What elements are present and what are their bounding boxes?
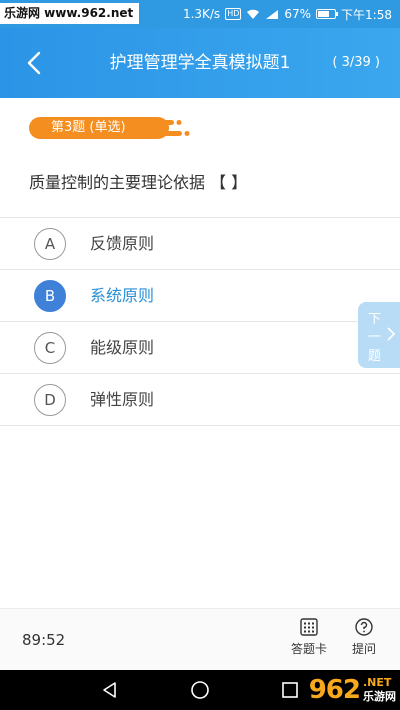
ask-label: 提问 [351, 642, 376, 656]
option-text: 弹性原则 [90, 390, 155, 409]
site-watermark-label: 乐游网 www.962.net [0, 3, 140, 24]
answer-card-label: 答题卡 [290, 642, 327, 656]
battery-icon [316, 9, 339, 19]
answer-card-icon [300, 618, 318, 636]
signal-icon [266, 9, 279, 19]
option-letter: D [34, 384, 66, 416]
system-nav-bar: 962 .NET 乐游网 [0, 670, 400, 710]
wifi-icon [247, 9, 260, 19]
question-type-badge: 第3题 (单选) [29, 117, 169, 139]
battery-percent: 67% [284, 7, 312, 21]
nav-home-icon[interactable] [190, 680, 210, 700]
question-text: 质量控制的主要理论依据 【 】 [29, 173, 248, 192]
answer-card-button[interactable]: 答题卡 [286, 617, 332, 657]
watermark-cn: 乐游网 [363, 690, 396, 703]
nav-back-icon[interactable] [100, 680, 120, 700]
next-label-1: 下 [368, 312, 382, 327]
hd-icon: HD [225, 8, 242, 20]
ask-question-button[interactable]: 提问 [346, 617, 382, 657]
next-question-button[interactable]: 下 一 题 [358, 302, 400, 368]
option-letter: B [34, 280, 66, 312]
watermark-net: .NET [363, 676, 392, 689]
option-letter: C [34, 332, 66, 364]
option-text: 能级原则 [90, 338, 155, 357]
option-text: 反馈原则 [90, 234, 155, 253]
decoration-dots-icon [160, 120, 190, 136]
bottom-toolbar: 89:52 答题卡 提问 [0, 608, 400, 670]
option-c[interactable]: C 能级原则 [0, 322, 400, 374]
options-list: A 反馈原则 B 系统原则 C 能级原则 D 弹性原则 [0, 217, 400, 426]
next-label-2: 一 [368, 330, 382, 345]
watermark-number: 962 [308, 675, 361, 705]
watermark-text: .NET 乐游网 [363, 676, 396, 704]
option-d[interactable]: D 弹性原则 [0, 374, 400, 426]
question-mark-icon [355, 618, 373, 636]
status-bar: 乐游网 www.962.net 1.3K/s HD 67% 下午1:58 [0, 0, 400, 28]
nav-recents-icon[interactable] [280, 680, 300, 700]
app-header: 护理管理学全真模拟题1 ( 3/39 ) [0, 28, 400, 98]
option-letter: A [34, 228, 66, 260]
option-b[interactable]: B 系统原则 [0, 270, 400, 322]
countdown-timer: 89:52 [22, 631, 66, 649]
question-progress: ( 3/39 ) [332, 55, 380, 70]
option-text: 系统原则 [90, 286, 155, 305]
watermark-logo: 962 .NET 乐游网 [309, 670, 396, 710]
next-label-3: 题 [368, 349, 382, 364]
network-speed: 1.3K/s [182, 7, 221, 21]
chevron-right-icon [387, 327, 396, 341]
back-icon[interactable] [22, 50, 48, 76]
status-right: 1.3K/s HD 67% 下午1:58 [183, 0, 392, 28]
option-a[interactable]: A 反馈原则 [0, 218, 400, 270]
clock: 下午1:58 [341, 7, 392, 22]
